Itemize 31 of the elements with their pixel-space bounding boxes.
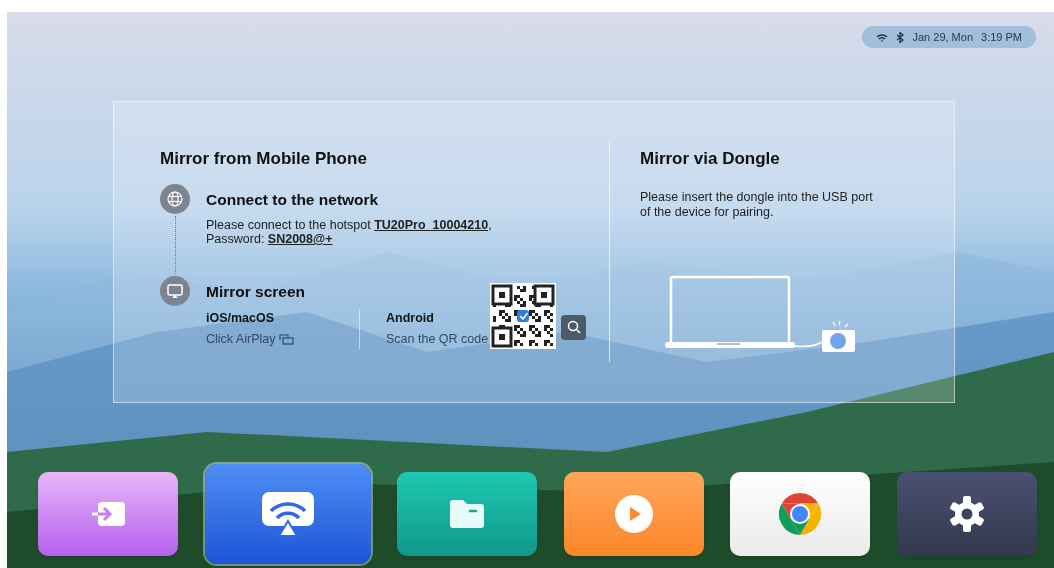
qr-code	[490, 283, 557, 349]
option-title: iOS/macOS	[206, 310, 276, 328]
chrome-icon	[778, 492, 823, 536]
video-player-tile[interactable]	[563, 472, 704, 556]
input-icon	[90, 501, 126, 527]
search-button[interactable]	[561, 314, 587, 340]
step-title: Mirror screen	[206, 281, 307, 302]
file-manager-tile[interactable]	[397, 472, 538, 556]
instruction-text: Please insert the dongle into the USB port of the device for pairing.	[640, 189, 873, 220]
cast-icon	[279, 333, 295, 345]
wifi-icon	[876, 31, 889, 43]
settings-tile[interactable]	[896, 472, 1037, 556]
step-title: Connect to the network	[206, 189, 380, 210]
option-title: Android	[386, 310, 435, 328]
search-icon	[566, 320, 581, 334]
option-text: Scan the QR code	[386, 331, 489, 348]
input-app-tile[interactable]	[38, 472, 178, 556]
screen-icon	[160, 275, 190, 306]
status-time: 3:19 PM	[981, 29, 1022, 45]
folder-icon	[449, 499, 486, 529]
option-text: Click AirPlay	[206, 331, 276, 348]
instruction-text: Please connect to the hotspot TU20Pro_10004210, Password: SN2008@+	[206, 217, 493, 248]
bluetooth-icon	[896, 31, 905, 43]
globe-icon	[160, 183, 190, 214]
section-title: Mirror from Mobile Phone	[160, 148, 368, 170]
screen-mirror-tile[interactable]	[204, 464, 371, 564]
play-icon	[613, 494, 654, 534]
section-title: Mirror via Dongle	[640, 148, 781, 170]
browser-tile[interactable]	[730, 472, 871, 556]
status-date: Jan 29, Mon	[912, 29, 974, 45]
screen-mirror-icon	[260, 491, 315, 537]
